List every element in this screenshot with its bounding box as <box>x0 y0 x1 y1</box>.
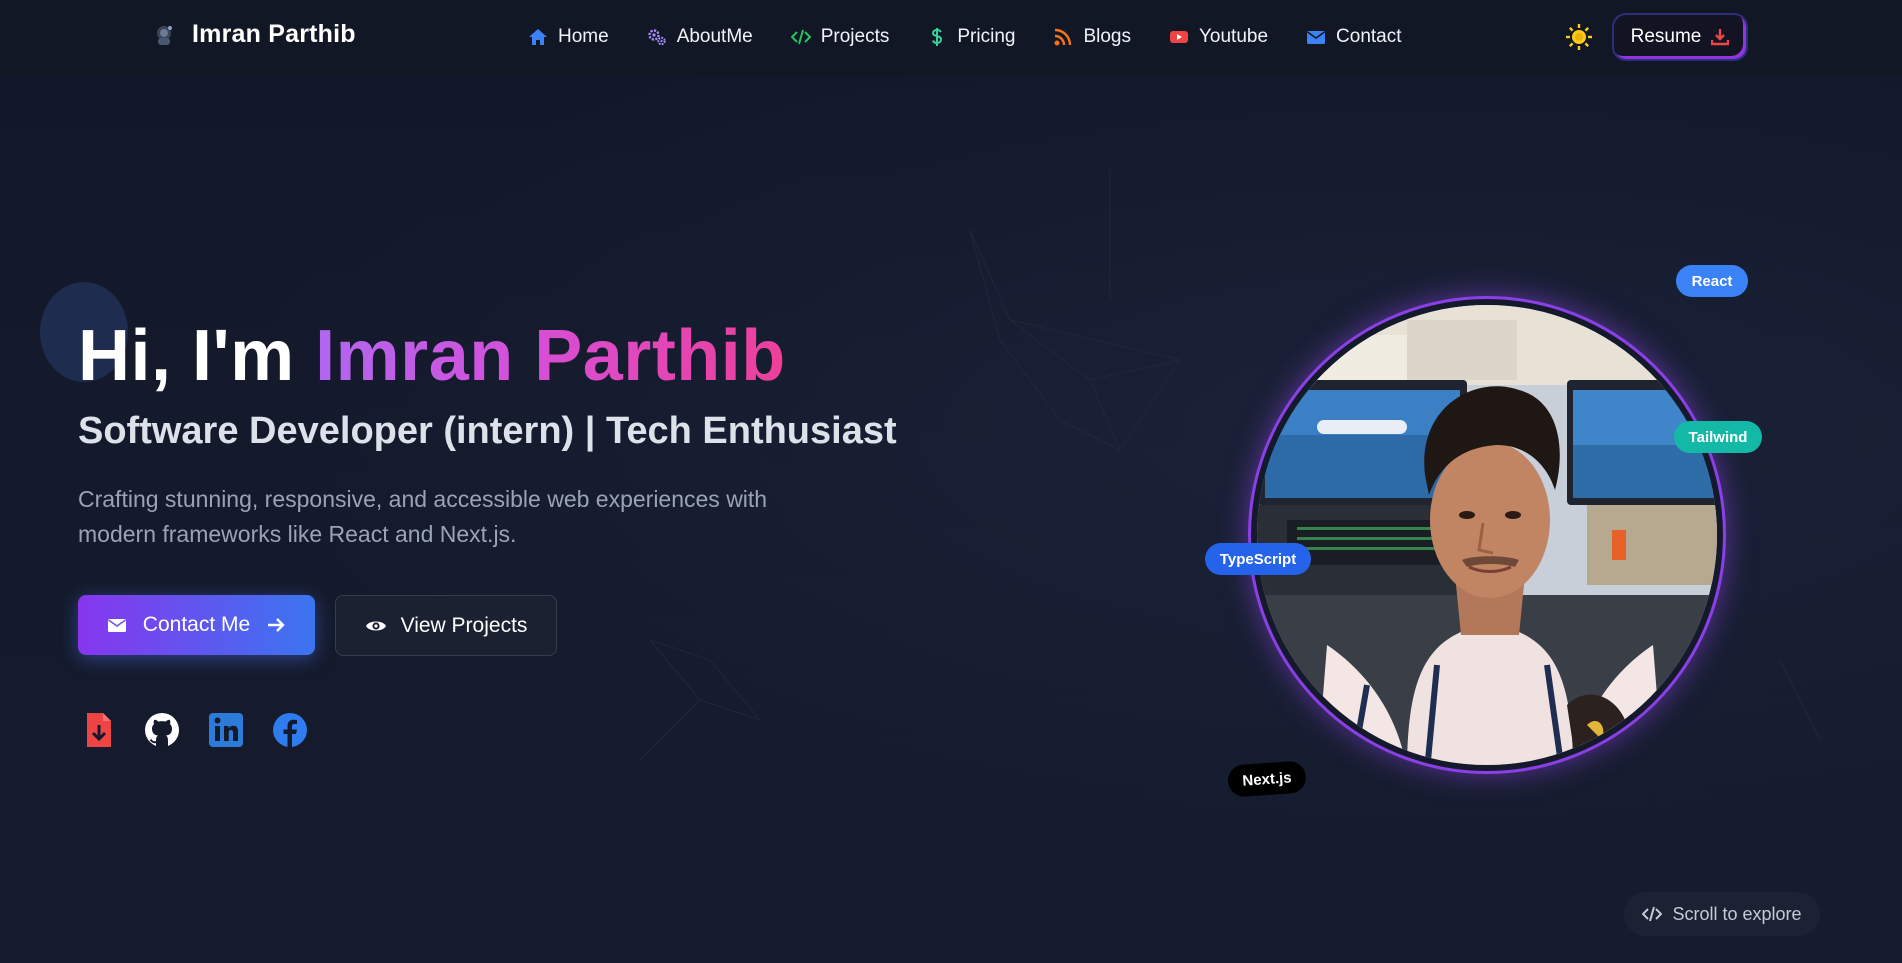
scroll-hint-label: Scroll to explore <box>1672 903 1802 924</box>
scroll-hint[interactable]: Scroll to explore <box>1624 892 1820 936</box>
resume-download-link[interactable] <box>78 710 118 750</box>
hero-description-line: modern frameworks like React and Next.js… <box>78 521 517 547</box>
gears-icon <box>647 29 666 46</box>
nav-item-label: Pricing <box>957 26 1016 47</box>
nav-item-aboutme[interactable]: AboutMe <box>647 24 753 50</box>
hero-title: Hi, I'm Imran Parthib <box>78 315 786 397</box>
hero-greeting: Hi, I'm <box>78 316 316 396</box>
dollar-icon <box>932 28 943 46</box>
sun-icon <box>1566 24 1592 50</box>
brand-name: Imran Parthib <box>192 20 356 48</box>
tech-tag-typescript: TypeScript <box>1205 543 1311 575</box>
resume-button[interactable]: Resume <box>1612 13 1748 61</box>
nav-item-label: Projects <box>820 26 890 47</box>
nav-item-label: Youtube <box>1198 26 1269 47</box>
nav-item-youtube[interactable]: Youtube <box>1169 24 1268 50</box>
hero-description-line: Crafting stunning, responsive, and acces… <box>78 486 768 512</box>
contact-me-button[interactable]: Contact Me <box>78 595 315 655</box>
arrow-right-icon <box>268 618 285 632</box>
download-icon <box>1711 29 1730 46</box>
nav-item-projects[interactable]: Projects <box>790 24 890 50</box>
nav-item-label: Home <box>558 26 609 47</box>
resume-label: Resume <box>1630 26 1702 47</box>
profile-photo-frame <box>1248 296 1726 774</box>
nav-item-blogs[interactable]: Blogs <box>1053 24 1131 50</box>
facebook-link[interactable] <box>270 710 310 750</box>
astronaut-logo-icon <box>150 21 178 49</box>
brand[interactable]: Imran Parthib <box>150 20 356 49</box>
tech-tag-tailwind: Tailwind <box>1674 421 1762 453</box>
nav-item-contact[interactable]: Contact <box>1306 24 1402 50</box>
tech-tag-nextjs: Next.js <box>1226 760 1308 798</box>
github-link[interactable] <box>142 710 182 750</box>
linkedin-link[interactable] <box>206 710 246 750</box>
nav-links: Home AboutMe Projects Pricing Blogs Yout… <box>528 24 1440 50</box>
hero-name: Imran Parthib <box>315 316 786 396</box>
envelope-icon <box>107 619 126 632</box>
github-icon <box>145 713 179 747</box>
tech-tag-react: React <box>1676 265 1748 297</box>
profile-photo <box>1257 305 1717 765</box>
home-icon <box>529 29 547 45</box>
hero-description: Crafting stunning, responsive, and acces… <box>78 482 838 552</box>
social-links <box>78 710 310 750</box>
nav-item-pricing[interactable]: Pricing <box>927 24 1015 50</box>
theme-toggle[interactable] <box>1565 23 1593 51</box>
navbar: Imran Parthib Home AboutMe Projects Pric… <box>0 0 1902 76</box>
facebook-icon <box>273 713 307 747</box>
hero-subtitle: Software Developer (intern) | Tech Enthu… <box>78 410 897 452</box>
nav-item-label: AboutMe <box>676 26 753 47</box>
rss-icon <box>1054 28 1072 46</box>
code-icon <box>790 29 811 45</box>
linkedin-icon <box>209 713 243 747</box>
nav-item-label: Contact <box>1336 26 1402 47</box>
code-icon <box>1642 906 1663 922</box>
youtube-icon <box>1169 31 1188 43</box>
contact-me-label: Contact Me <box>142 613 251 636</box>
view-projects-label: View Projects <box>400 613 528 637</box>
view-projects-button[interactable]: View Projects <box>335 595 557 656</box>
envelope-icon <box>1307 31 1326 44</box>
eye-icon <box>365 621 386 630</box>
nav-item-home[interactable]: Home <box>528 24 609 50</box>
file-download-icon <box>87 713 111 747</box>
nav-item-label: Blogs <box>1083 26 1131 47</box>
